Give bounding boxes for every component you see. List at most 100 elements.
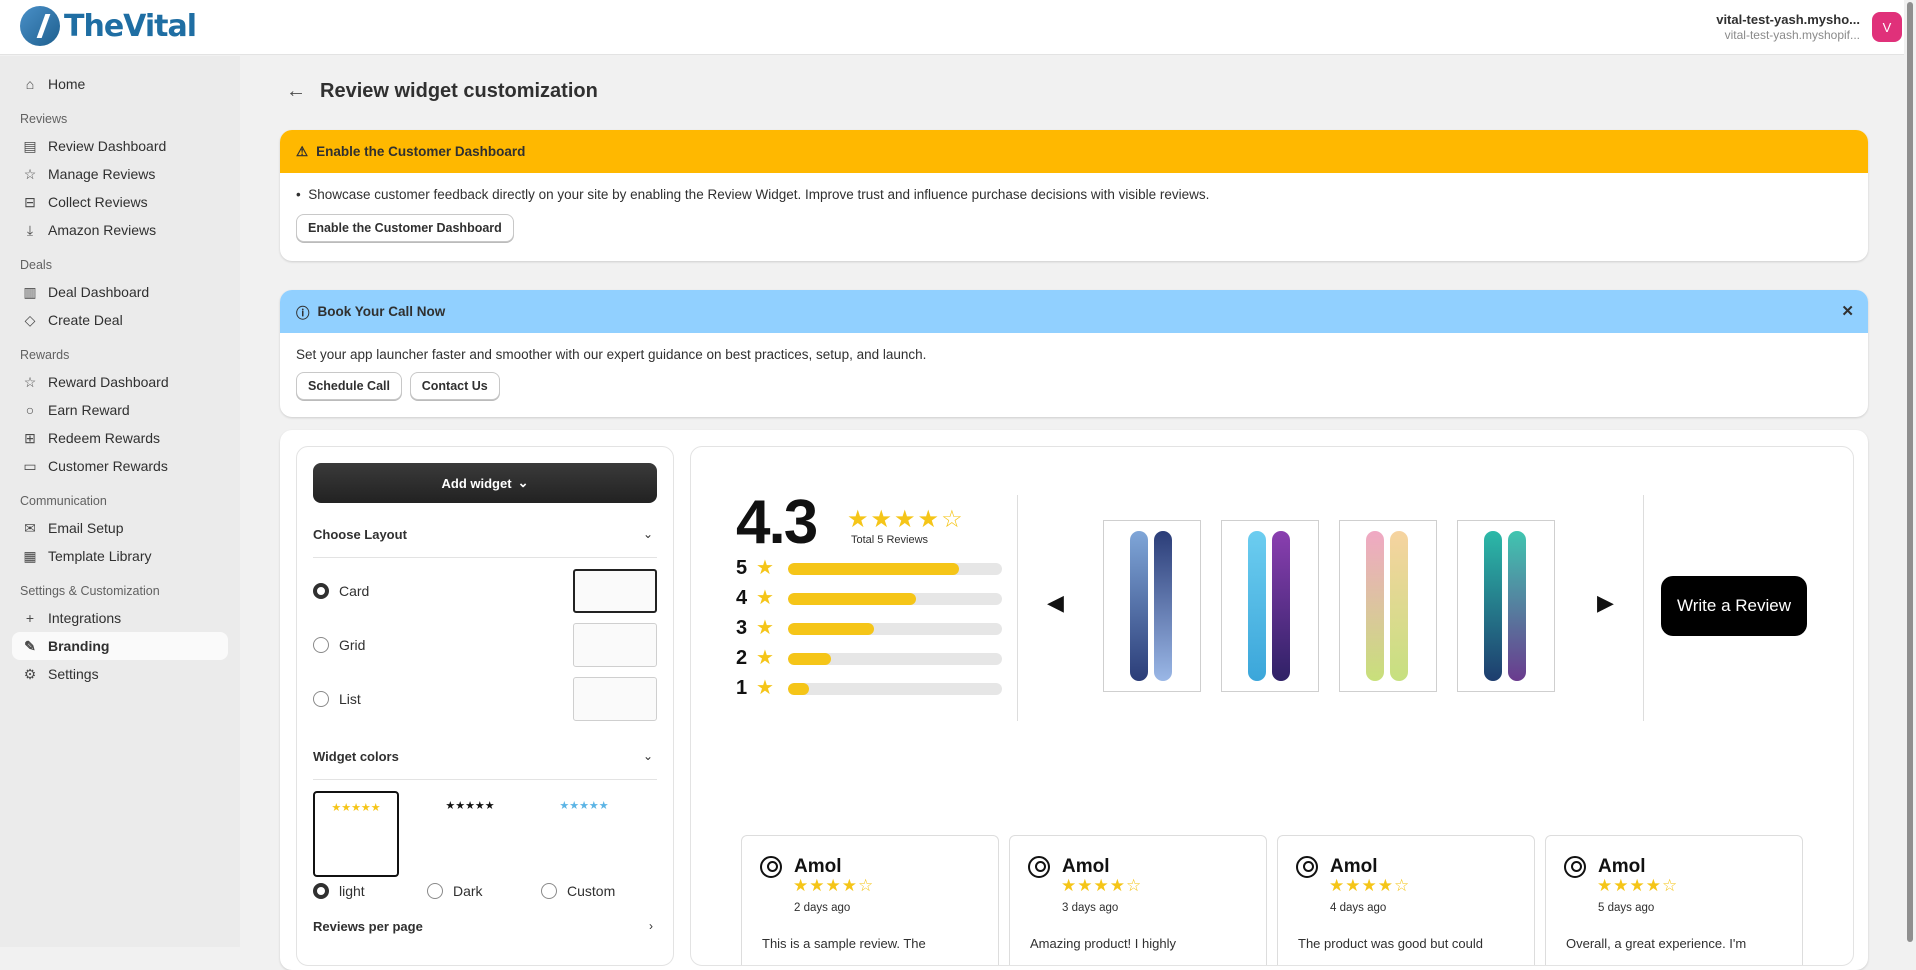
sidebar-item-settings[interactable]: ⚙ Settings — [12, 660, 228, 688]
rating-bar-label: 5 — [736, 557, 748, 579]
radio-dark[interactable] — [427, 883, 443, 899]
carousel-prev-icon[interactable]: ◀ — [1047, 590, 1064, 616]
rating-bar-track — [788, 593, 1002, 605]
sidebar-item-amazon-reviews[interactable]: ⤓ Amazon Reviews — [12, 216, 228, 244]
rating-bar-track — [788, 683, 1002, 695]
average-rating: 4.3 — [736, 488, 818, 557]
user-icon — [1296, 856, 1318, 878]
product-image[interactable] — [1339, 520, 1437, 692]
chevron-right-icon[interactable]: › — [649, 919, 653, 933]
store-switcher[interactable]: vital-test-yash.mysho... vital-test-yash… — [1716, 12, 1860, 42]
rating-bar-fill — [788, 563, 960, 575]
sidebar-item-integrations[interactable]: + Integrations — [12, 604, 228, 632]
rating-bar-row: 3 ★ — [736, 615, 1002, 645]
radio-card[interactable] — [313, 583, 329, 599]
rating-bar-label: 4 — [736, 587, 748, 609]
color-option-light[interactable]: light — [313, 883, 365, 899]
sidebar-item-create-deal[interactable]: ◇ Create Deal — [12, 306, 228, 334]
review-card[interactable]: Amol ★★★★☆ 4 days ago The product was good … — [1277, 835, 1535, 965]
add-widget-button[interactable]: Add widget ⌄ — [313, 463, 657, 503]
grid-layout-thumbnail[interactable] — [573, 623, 657, 667]
sidebar-item-template-library[interactable]: ▦ Template Library — [12, 542, 228, 570]
layout-label: List — [339, 691, 361, 707]
radio-list[interactable] — [313, 691, 329, 707]
call-banner-text: Set your app launcher faster and smoothe… — [296, 347, 927, 362]
layout-label: Grid — [339, 637, 366, 653]
chevron-down-icon[interactable]: ⌄ — [643, 527, 653, 541]
custom-theme-preview[interactable]: ★★★★★ — [541, 791, 627, 877]
call-banner-header: ⓘ Book Your Call Now ✕ — [280, 290, 1868, 333]
reviewer-name: Amol — [1330, 856, 1378, 877]
light-theme-preview[interactable]: ★★★★★ — [313, 791, 399, 877]
scrollbar-thumb[interactable] — [1907, 2, 1913, 942]
back-arrow-icon[interactable]: ← — [286, 80, 306, 103]
plus-icon: + — [25, 610, 35, 626]
carousel-next-icon[interactable]: ▶ — [1597, 590, 1614, 616]
sidebar-item-earn-reward[interactable]: ○ Earn Reward — [12, 396, 228, 424]
product-image[interactable] — [1103, 520, 1201, 692]
store-name: vital-test-yash.mysho... — [1716, 12, 1860, 27]
rating-bar-row: 1 ★ — [736, 675, 1002, 705]
color-option-dark[interactable]: Dark — [427, 883, 483, 899]
product-image[interactable] — [1457, 520, 1555, 692]
dashboard-icon: ▤ — [23, 138, 37, 154]
review-card[interactable]: Amol ★★★★☆ 3 days ago Amazing product! I hi… — [1009, 835, 1267, 965]
info-icon: ⓘ — [296, 305, 310, 321]
sidebar-item-collect-reviews[interactable]: ⊟ Collect Reviews — [12, 188, 228, 216]
sidebar-item-redeem-rewards[interactable]: ⊞ Redeem Rewards — [12, 424, 228, 452]
avatar[interactable]: V — [1872, 12, 1902, 42]
chevron-down-icon[interactable]: ⌄ — [643, 749, 653, 763]
divider — [1017, 495, 1018, 721]
close-icon[interactable]: ✕ — [1841, 302, 1854, 320]
divider — [313, 557, 657, 558]
divider — [1643, 495, 1644, 721]
widget-colors-title[interactable]: Widget colors — [313, 749, 399, 764]
sidebar-item-email-setup[interactable]: ✉ Email Setup — [12, 514, 228, 542]
write-review-button[interactable]: Write a Review — [1661, 576, 1807, 636]
call-banner-title: Book Your Call Now — [317, 304, 446, 319]
schedule-call-button[interactable]: Schedule Call — [296, 372, 402, 400]
tag-icon: ◇ — [24, 312, 36, 328]
dark-theme-preview[interactable]: ★★★★★ — [427, 791, 513, 877]
rating-stars: ★★★★☆ — [847, 506, 965, 533]
color-option-custom[interactable]: Custom — [541, 883, 615, 899]
sidebar-item-customer-rewards[interactable]: ▭ Customer Rewards — [12, 452, 228, 480]
card-layout-thumbnail[interactable] — [573, 569, 657, 613]
sidebar-item-home[interactable]: ⌂ Home — [12, 70, 228, 98]
list-layout-thumbnail[interactable] — [573, 677, 657, 721]
product-image[interactable] — [1221, 520, 1319, 692]
choose-layout-title[interactable]: Choose Layout — [313, 527, 407, 542]
layout-option-list[interactable]: List — [313, 677, 657, 721]
page-header: ← Review widget customization — [286, 80, 598, 103]
sidebar-item-review-dashboard[interactable]: ▤ Review Dashboard — [12, 132, 228, 160]
logo-icon — [20, 6, 60, 46]
layout-option-card[interactable]: Card — [313, 569, 657, 613]
star-icon: ★ — [756, 677, 774, 699]
enable-dashboard-button[interactable]: Enable the Customer Dashboard — [296, 214, 514, 242]
template-icon: ▦ — [23, 548, 37, 564]
review-stars: ★★★★☆ — [793, 876, 875, 895]
app-logo[interactable]: TheVital — [20, 6, 197, 46]
gear-icon: ⚙ — [23, 666, 37, 682]
contact-us-button[interactable]: Contact Us — [409, 372, 500, 400]
card-icon: ▭ — [23, 458, 37, 474]
sidebar-item-reward-dashboard[interactable]: ☆ Reward Dashboard — [12, 368, 228, 396]
sidebar-item-branding[interactable]: ✎ Branding — [12, 632, 228, 660]
home-icon: ⌂ — [25, 76, 35, 92]
radio-grid[interactable] — [313, 637, 329, 653]
review-date: 4 days ago — [1330, 902, 1387, 914]
rating-bar-track — [788, 623, 1002, 635]
reviews-per-page-title[interactable]: Reviews per page — [313, 919, 423, 934]
radio-light[interactable] — [313, 883, 329, 899]
review-card[interactable]: Amol ★★★★☆ 5 days ago Overall, a great expe… — [1545, 835, 1803, 965]
review-card[interactable]: Amol ★★★★☆ 2 days ago This is a sample revi… — [741, 835, 999, 965]
star-icon: ★ — [756, 587, 774, 609]
user-icon — [760, 856, 782, 878]
rating-bar-fill — [788, 593, 917, 605]
medal-icon: ○ — [25, 402, 35, 418]
scrollbar[interactable] — [1904, 0, 1916, 947]
radio-custom[interactable] — [541, 883, 557, 899]
sidebar-item-deal-dashboard[interactable]: ▥ Deal Dashboard — [12, 278, 228, 306]
layout-option-grid[interactable]: Grid — [313, 623, 657, 667]
sidebar-item-manage-reviews[interactable]: ☆ Manage Reviews — [12, 160, 228, 188]
